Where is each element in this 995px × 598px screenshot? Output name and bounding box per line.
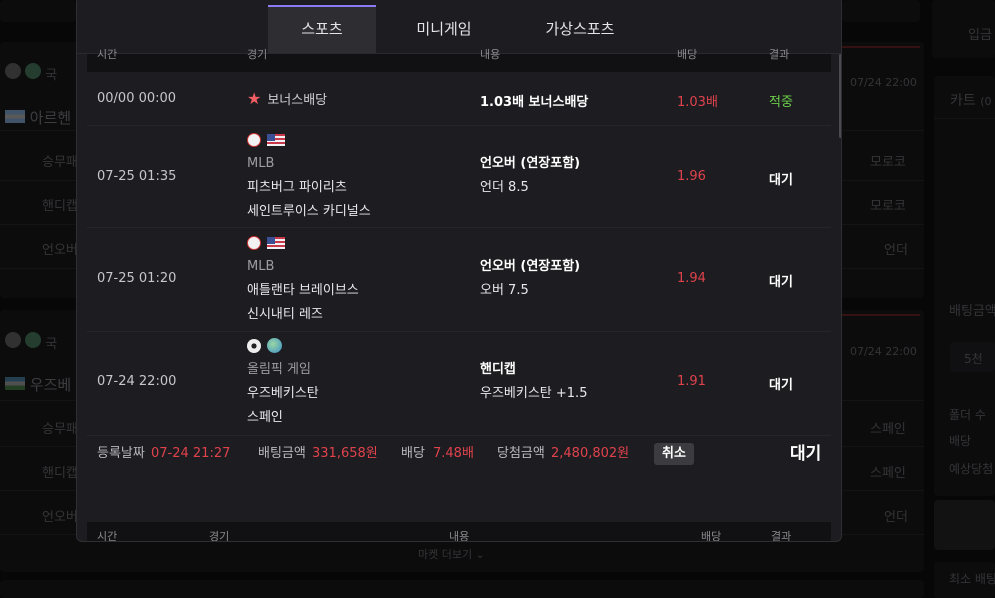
league-name: MLB: [247, 156, 275, 171]
bet-odds: 1.94: [677, 271, 706, 286]
away-team: 스페인: [247, 410, 283, 425]
bet-time: 07-25 01:35: [97, 169, 177, 184]
league-name: MLB: [247, 259, 275, 274]
col-result: 결과: [771, 530, 792, 542]
bet-row-bonus: 00/00 00:00 ★ 보너스배당 1.03배 보너스배당 1.03배 적중: [87, 72, 831, 126]
bet-result: 적중: [769, 95, 793, 110]
modal-scrollbar[interactable]: [839, 54, 841, 138]
bet-time: 00/00 00:00: [97, 91, 177, 106]
home-team: 애틀랜타 브레이브스: [247, 283, 359, 298]
bonus-game: ★ 보너스배당: [247, 89, 328, 108]
star-icon: ★: [247, 89, 262, 108]
slip-status: 대기: [790, 444, 822, 464]
bet-time: 07-24 22:00: [97, 374, 177, 389]
bet-row: 07-25 01:35 MLB 피츠버그 파이리츠 세인트루이스 카디널스 언오…: [87, 126, 831, 228]
away-team: 세인트루이스 카디널스: [247, 204, 371, 219]
bet-pick: 언더 8.5: [480, 180, 529, 195]
col-content: 내용: [449, 530, 470, 542]
next-table-header: 시간 경기 내용 배당 결과: [87, 522, 831, 542]
bet-history-modal: 스포츠 미니게임 가상스포츠 시간 경기 내용 배당 결과 00/00 00:0…: [76, 0, 842, 542]
us-flag-icon: [267, 133, 285, 146]
soccer-icon: [247, 338, 261, 353]
bet-table-header: 시간 경기 내용 배당 결과: [87, 48, 831, 72]
away-team: 신시내티 레즈: [247, 307, 323, 322]
bet-row: 07-24 22:00 올림픽 게임 우즈베키스탄 스페인 핸디캡 우즈베키스탄…: [87, 332, 831, 436]
col-time: 시간: [97, 48, 118, 61]
col-game: 경기: [209, 530, 230, 542]
bet-amount-value: 331,658원: [312, 446, 378, 461]
league-name: 올림픽 게임: [247, 362, 311, 377]
bet-amount-label: 배팅금액: [258, 446, 306, 461]
bet-odds: 1.91: [677, 374, 706, 389]
tab-bar: 스포츠 미니게임 가상스포츠: [77, 0, 841, 54]
baseball-icon: [247, 132, 261, 147]
win-amount-label: 당첨금액: [497, 446, 545, 461]
win-amount-value: 2,480,802원: [551, 446, 630, 461]
globe-icon: [267, 338, 282, 353]
bet-market: 핸디캡: [480, 362, 516, 377]
col-game: 경기: [247, 48, 268, 61]
tab-sports[interactable]: 스포츠: [268, 5, 376, 53]
bet-pick: 오버 7.5: [480, 283, 529, 298]
bet-content: 핸디캡 우즈베키스탄 +1.5: [480, 358, 587, 406]
baseball-icon: [247, 235, 261, 250]
bet-game: MLB 애틀랜타 브레이브스 신시내티 레즈: [247, 231, 359, 327]
bet-odds: 1.96: [677, 169, 706, 184]
tab-virtual-sports[interactable]: 가상스포츠: [525, 5, 635, 53]
bet-odds: 1.03배: [677, 95, 718, 110]
bet-row: 07-25 01:20 MLB 애틀랜타 브레이브스 신시내티 레즈 언오버 (…: [87, 228, 831, 332]
reg-date-value: 07-24 21:27: [151, 446, 231, 461]
reg-date-label: 등록날짜: [97, 446, 145, 461]
us-flag-icon: [267, 236, 285, 249]
bet-market: 언오버 (연장포함): [480, 259, 581, 274]
tab-minigame[interactable]: 미니게임: [390, 5, 498, 53]
bet-game: MLB 피츠버그 파이리츠 세인트루이스 카디널스: [247, 128, 371, 224]
col-odds: 배당: [677, 48, 698, 61]
col-time: 시간: [97, 530, 118, 542]
bet-market: 언오버 (연장포함): [480, 156, 581, 171]
bet-slip-summary: 등록날짜 07-24 21:27 배팅금액 331,658원 배당 7.48배 …: [87, 436, 831, 472]
total-odds-label: 배당: [401, 446, 425, 461]
home-team: 우즈베키스탄: [247, 386, 319, 401]
bet-content: 언오버 (연장포함) 언더 8.5: [480, 152, 580, 200]
app-root: 국 07/24 22:00 아르헨 승무패 핸디캡 언오버 모로코 모로코 언더…: [0, 0, 995, 598]
bet-market: 1.03배 보너스배당: [480, 95, 589, 110]
col-content: 내용: [480, 48, 501, 61]
bet-game: 올림픽 게임 우즈베키스탄 스페인: [247, 334, 319, 430]
home-team: 피츠버그 파이리츠: [247, 180, 347, 195]
col-odds: 배당: [701, 530, 722, 542]
bet-time: 07-25 01:20: [97, 271, 177, 286]
total-odds-value: 7.48배: [433, 446, 474, 461]
cancel-bet-button[interactable]: 취소: [654, 443, 694, 465]
bet-pick: 우즈베키스탄 +1.5: [480, 386, 588, 401]
bet-content: 언오버 (연장포함) 오버 7.5: [480, 255, 580, 303]
bet-result: 대기: [769, 378, 793, 393]
bet-result: 대기: [769, 173, 793, 188]
col-result: 결과: [769, 48, 790, 61]
bet-result: 대기: [769, 275, 793, 290]
